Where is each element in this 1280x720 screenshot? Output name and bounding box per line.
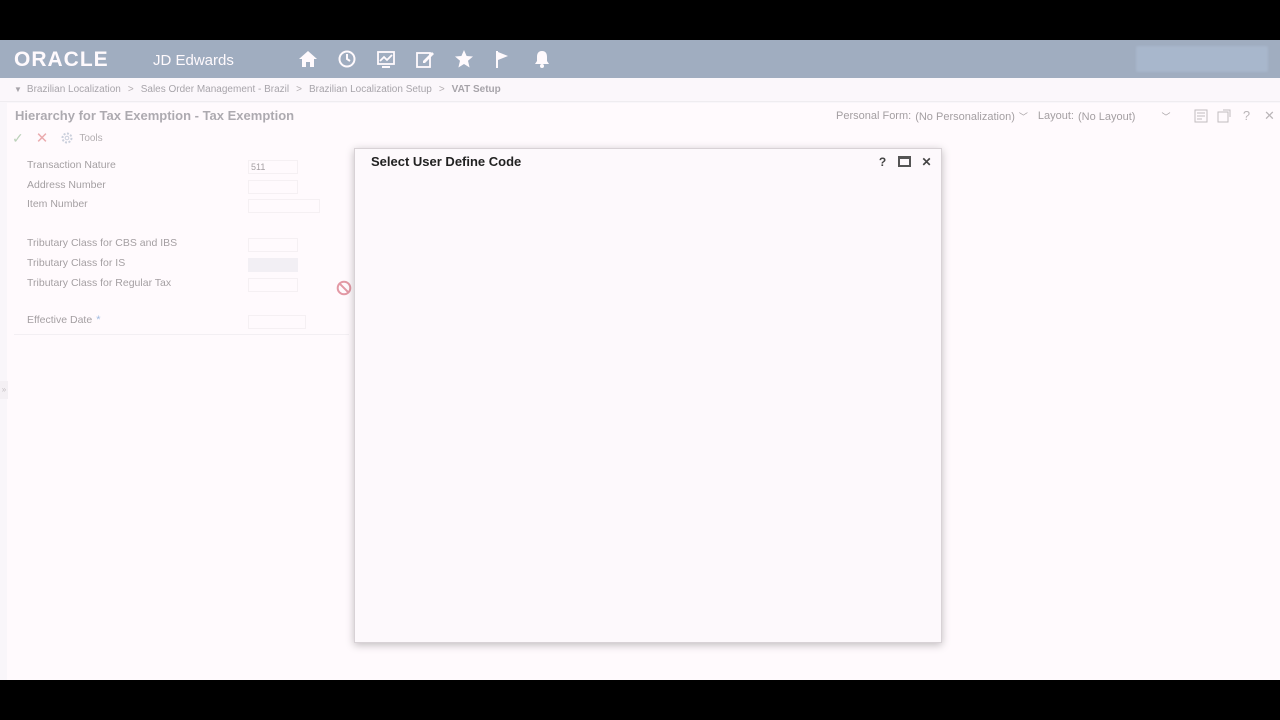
app-frame: ORACLE JD Edwards ▼ Brazilian Localizati…	[0, 40, 1280, 680]
transaction-nature-label: Transaction Nature	[27, 159, 116, 171]
personal-form-label: Personal Form:	[836, 110, 912, 122]
item-number-field[interactable]	[248, 199, 320, 213]
breadcrumb-item[interactable]: Brazilian Localization	[27, 84, 121, 95]
tributary-class-cbs-ibs-label: Tributary Class for CBS and IBS	[27, 237, 178, 249]
breadcrumb-caret-icon[interactable]: ▼	[14, 85, 22, 94]
address-number-label: Address Number	[27, 179, 106, 191]
tools-button[interactable]: Tools	[60, 131, 103, 145]
tributary-class-is-label: Tributary Class for IS	[27, 257, 126, 269]
edit-icon[interactable]	[413, 48, 436, 70]
help-icon[interactable]: ?	[876, 155, 889, 169]
effective-date-label-text: Effective Date	[27, 314, 93, 326]
layout-select[interactable]: (No Layout) ﹀	[1078, 110, 1171, 123]
personal-form-value: (No Personalization)	[915, 110, 1015, 123]
block-icon[interactable]	[336, 280, 352, 296]
ok-button[interactable]: ✓	[12, 130, 24, 147]
breadcrumb: ▼ Brazilian Localization > Sales Order M…	[0, 78, 1280, 102]
user-menu[interactable]	[1136, 46, 1268, 72]
tributary-class-regular-label: Tributary Class for Regular Tax	[27, 277, 172, 289]
personalization-bar: Personal Form: (No Personalization) ﹀ La…	[836, 110, 1170, 123]
layout-value: (No Layout)	[1077, 110, 1136, 123]
notes-icon[interactable]	[1193, 108, 1208, 123]
effective-date-field[interactable]	[248, 315, 306, 329]
gear-icon	[61, 132, 73, 144]
close-icon[interactable]: ✕	[920, 155, 933, 169]
expand-panel-handle[interactable]: »	[0, 381, 8, 399]
address-number-field[interactable]	[248, 180, 298, 194]
close-icon[interactable]: ✕	[1262, 108, 1277, 123]
dialog-controls: ? ✕	[876, 155, 933, 169]
effective-date-label: Effective Date *	[27, 314, 100, 326]
tributary-class-cbs-ibs-field[interactable]	[248, 238, 298, 252]
layout-label: Layout:	[1037, 110, 1074, 122]
tributary-class-regular-field[interactable]	[248, 278, 298, 292]
transaction-nature-field[interactable]: 511	[248, 160, 298, 174]
form-fields: Transaction Nature 511 Address Number It…	[14, 149, 349, 335]
chart-icon[interactable]	[374, 48, 397, 70]
required-icon: *	[96, 314, 101, 326]
breadcrumb-separator: >	[127, 84, 134, 95]
personal-form-select[interactable]: (No Personalization) ﹀	[915, 110, 1028, 123]
tools-label: Tools	[79, 132, 103, 144]
maximize-icon[interactable]	[898, 156, 911, 167]
export-icon[interactable]	[1216, 108, 1231, 123]
form-toolbar: ✓ ✕ Tools	[12, 129, 103, 148]
breadcrumb-separator: >	[296, 84, 302, 95]
cancel-button[interactable]: ✕	[36, 129, 49, 147]
product-name: JD Edwards	[153, 52, 234, 69]
form-window-tools: ? ✕	[1193, 108, 1277, 123]
star-icon[interactable]	[452, 48, 475, 70]
flag-icon[interactable]	[491, 48, 514, 70]
help-icon[interactable]: ?	[1239, 108, 1254, 123]
chevron-down-icon: ﹀	[1018, 112, 1028, 122]
breadcrumb-separator: >	[438, 84, 445, 95]
clock-icon[interactable]	[335, 48, 358, 70]
item-number-label: Item Number	[27, 198, 88, 210]
page-title: Hierarchy for Tax Exemption - Tax Exempt…	[15, 108, 295, 123]
select-udc-dialog: Select User Define Code ? ✕	[354, 148, 942, 643]
breadcrumb-current: VAT Setup	[451, 84, 501, 95]
dialog-body	[356, 175, 940, 641]
oracle-logo[interactable]: ORACLE	[14, 48, 109, 72]
chevron-down-icon: ﹀	[1161, 112, 1171, 122]
top-nav-bar: ORACLE JD Edwards	[0, 40, 1280, 78]
dialog-title: Select User Define Code	[371, 154, 522, 169]
home-icon[interactable]	[296, 48, 319, 70]
nav-icons	[296, 48, 553, 70]
tributary-class-is-field	[248, 258, 298, 272]
breadcrumb-item[interactable]: Sales Order Management - Brazil	[141, 84, 289, 95]
breadcrumb-item[interactable]: Brazilian Localization Setup	[309, 84, 432, 95]
bell-icon[interactable]	[530, 48, 553, 70]
